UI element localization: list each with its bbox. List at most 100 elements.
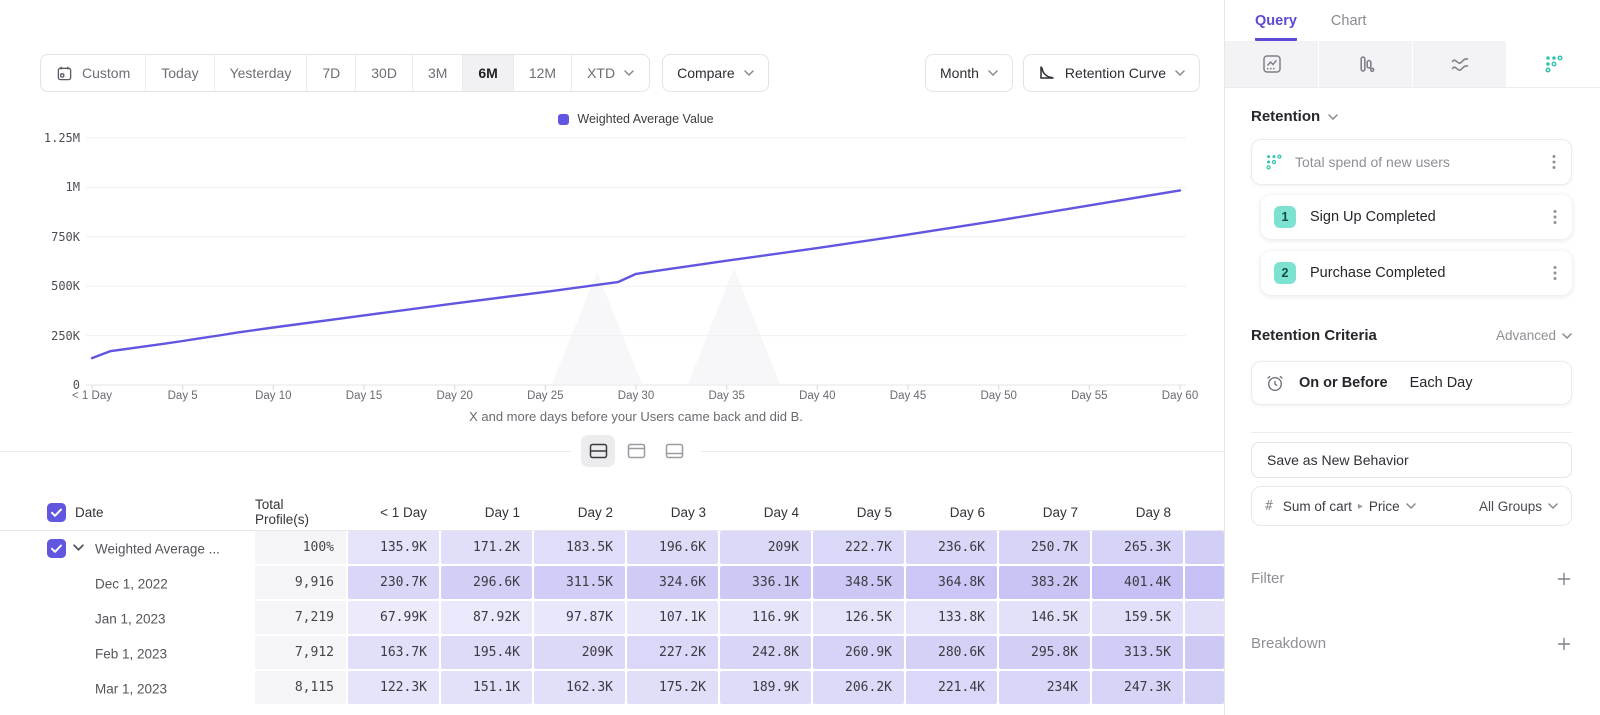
retention-value-cell-clipped[interactable] <box>1185 531 1224 564</box>
column-header-day-6[interactable]: Day 6 <box>906 494 999 530</box>
total-profiles-cell[interactable]: 7,912 <box>255 636 346 669</box>
retention-value-cell[interactable]: 383.2K <box>999 566 1090 599</box>
total-profiles-cell[interactable]: 9,916 <box>255 566 346 599</box>
retention-value-cell[interactable]: 196.6K <box>627 531 718 564</box>
expand-row-icon[interactable] <box>73 544 84 551</box>
criteria-condition-dropdown[interactable]: On or Before <box>1299 375 1388 391</box>
retention-value-cell-clipped[interactable] <box>1185 671 1224 704</box>
retention-value-cell[interactable]: 280.6K <box>906 636 997 669</box>
row-date-cell[interactable]: Mar 1, 2023 <box>40 671 255 706</box>
column-header-day-2[interactable]: Day 2 <box>534 494 627 530</box>
retention-value-cell[interactable]: 234K <box>999 671 1090 704</box>
retention-value-cell[interactable]: 265.3K <box>1092 531 1183 564</box>
retention-value-cell[interactable]: 242.8K <box>720 636 811 669</box>
retention-value-cell[interactable]: 221.4K <box>906 671 997 704</box>
row-date-cell[interactable]: Feb 1, 2023 <box>40 636 255 671</box>
retention-value-cell[interactable]: 189.9K <box>720 671 811 704</box>
retention-value-cell[interactable]: 67.99K <box>348 601 439 634</box>
chevron-down-icon <box>1406 503 1416 509</box>
kebab-menu-icon[interactable] <box>1550 152 1558 172</box>
checkbox-checked[interactable] <box>47 503 66 522</box>
checkbox-checked[interactable] <box>47 539 66 558</box>
layout-chart-top-button[interactable] <box>619 435 653 467</box>
retention-value-cell-clipped[interactable] <box>1185 566 1224 599</box>
column-header-day-1[interactable]: Day 1 <box>441 494 534 530</box>
column-header-day-8[interactable]: Day 8 <box>1092 494 1185 530</box>
retention-value-cell-clipped[interactable] <box>1185 636 1224 669</box>
retention-value-cell[interactable]: 401.4K <box>1092 566 1183 599</box>
retention-value-cell[interactable]: 209K <box>720 531 811 564</box>
retention-value-cell[interactable]: 222.7K <box>813 531 904 564</box>
total-profiles-cell[interactable]: 100% <box>255 531 346 564</box>
tab-query[interactable]: Query <box>1255 13 1297 41</box>
retention-value-cell[interactable]: 230.7K <box>348 566 439 599</box>
measure-property-dropdown[interactable]: Sum of cart ▸ Price <box>1283 499 1469 514</box>
report-type-flows-button[interactable] <box>1413 41 1507 87</box>
retention-value-cell[interactable]: 296.6K <box>441 566 532 599</box>
retention-value-cell[interactable]: 171.2K <box>441 531 532 564</box>
retention-value-cell[interactable]: 122.3K <box>348 671 439 704</box>
retention-value-cell[interactable]: 159.5K <box>1092 601 1183 634</box>
retention-value-cell[interactable]: 336.1K <box>720 566 811 599</box>
column-header-day-4[interactable]: Day 4 <box>720 494 813 530</box>
retention-value-cell[interactable]: 324.6K <box>627 566 718 599</box>
column-header-day-5[interactable]: Day 5 <box>813 494 906 530</box>
retention-value-cell[interactable]: 87.92K <box>441 601 532 634</box>
behavior-card[interactable]: Total spend of new users <box>1251 139 1572 185</box>
all-groups-dropdown[interactable]: All Groups <box>1479 499 1558 514</box>
row-date-cell[interactable]: Jan 1, 2023 <box>40 601 255 636</box>
retention-value-cell[interactable]: 175.2K <box>627 671 718 704</box>
retention-value-cell[interactable]: 151.1K <box>441 671 532 704</box>
report-type-insights-button[interactable] <box>1225 41 1319 87</box>
column-header--1-day[interactable]: < 1 Day <box>348 494 441 530</box>
retention-value-cell[interactable]: 295.8K <box>999 636 1090 669</box>
layout-chart-bottom-button[interactable] <box>657 435 691 467</box>
retention-value-cell[interactable]: 227.2K <box>627 636 718 669</box>
retention-value-cell[interactable]: 97.87K <box>534 601 625 634</box>
retention-value-cell[interactable]: 162.3K <box>534 671 625 704</box>
row-date-cell[interactable]: Weighted Average ... <box>40 531 255 566</box>
retention-value-cell[interactable]: 146.5K <box>999 601 1090 634</box>
tab-chart[interactable]: Chart <box>1331 13 1366 41</box>
total-profiles-cell[interactable]: 8,115 <box>255 671 346 704</box>
retention-value-cell[interactable]: 163.7K <box>348 636 439 669</box>
step-card-2[interactable]: 2Purchase Completed <box>1261 251 1572 295</box>
retention-value-cell[interactable]: 133.8K <box>906 601 997 634</box>
total-profiles-cell[interactable]: 7,219 <box>255 601 346 634</box>
retention-value-cell[interactable]: 116.9K <box>720 601 811 634</box>
retention-value-cell[interactable]: 260.9K <box>813 636 904 669</box>
kebab-menu-icon[interactable] <box>1551 263 1559 283</box>
column-header-total-profile-s-[interactable]: Total Profile(s) <box>255 494 348 530</box>
retention-value-cell[interactable]: 206.2K <box>813 671 904 704</box>
retention-value-cell[interactable]: 313.5K <box>1092 636 1183 669</box>
retention-value-cell-clipped[interactable] <box>1185 601 1224 634</box>
retention-value-cell[interactable]: 236.6K <box>906 531 997 564</box>
retention-value-cell[interactable]: 348.5K <box>813 566 904 599</box>
report-type-retention-button[interactable] <box>1507 41 1600 87</box>
layout-toggle-group <box>92 435 1180 467</box>
step-card-1[interactable]: 1Sign Up Completed <box>1261 195 1572 239</box>
retention-value-cell[interactable]: 126.5K <box>813 601 904 634</box>
add-filter-button[interactable] <box>1556 571 1572 587</box>
retention-value-cell[interactable]: 247.3K <box>1092 671 1183 704</box>
kebab-menu-icon[interactable] <box>1551 207 1559 227</box>
retention-value-cell[interactable]: 107.1K <box>627 601 718 634</box>
retention-value-cell[interactable]: 364.8K <box>906 566 997 599</box>
retention-value-cell[interactable]: 250.7K <box>999 531 1090 564</box>
retention-value-cell[interactable]: 195.4K <box>441 636 532 669</box>
report-type-funnels-button[interactable] <box>1319 41 1413 87</box>
column-header-day-7[interactable]: Day 7 <box>999 494 1092 530</box>
column-header-date[interactable]: Date <box>40 494 255 530</box>
add-breakdown-button[interactable] <box>1556 636 1572 652</box>
advanced-dropdown[interactable]: Advanced <box>1496 328 1572 343</box>
column-header-day-3[interactable]: Day 3 <box>627 494 720 530</box>
retention-value-cell[interactable]: 135.9K <box>348 531 439 564</box>
retention-value-cell[interactable]: 311.5K <box>534 566 625 599</box>
retention-section-header[interactable]: Retention <box>1251 108 1572 125</box>
row-date-cell[interactable]: Dec 1, 2022 <box>40 566 255 601</box>
layout-split-button[interactable] <box>581 435 615 467</box>
retention-value-cell[interactable]: 209K <box>534 636 625 669</box>
criteria-window-dropdown[interactable]: Each Day <box>1410 375 1473 391</box>
save-as-new-behavior-button[interactable]: Save as New Behavior <box>1251 442 1572 478</box>
retention-value-cell[interactable]: 183.5K <box>534 531 625 564</box>
